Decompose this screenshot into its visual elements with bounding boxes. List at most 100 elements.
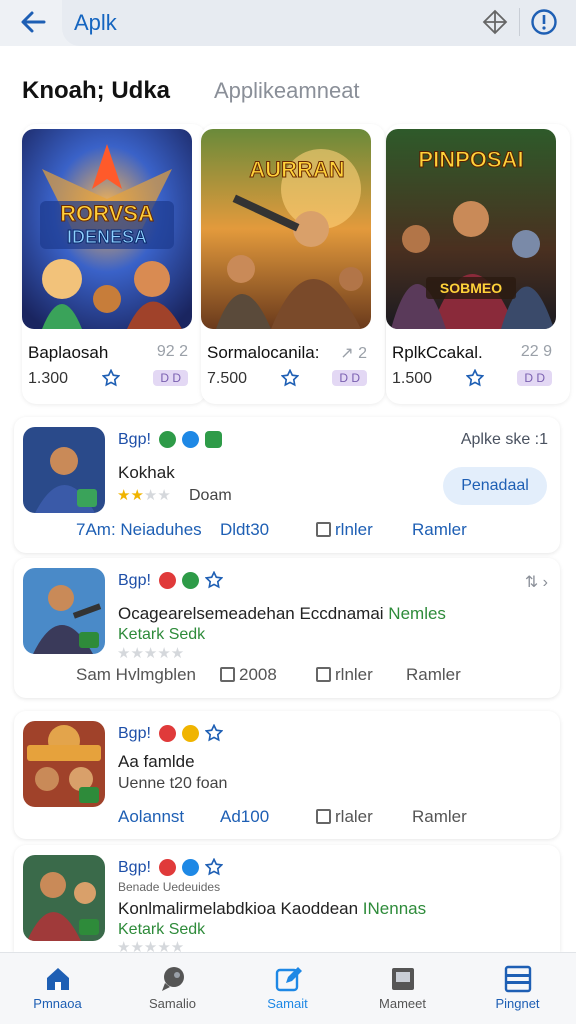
nav-label: Samalio <box>149 996 196 1011</box>
card-stat: Sam Hvlmgblen <box>76 665 196 684</box>
card-option[interactable]: Ramler <box>406 665 461 685</box>
star-outline-icon <box>281 369 299 387</box>
card-stat: 7Am: Neiaduhes <box>76 520 202 539</box>
top-app-bar: Aplk <box>0 0 576 46</box>
diamond-button[interactable] <box>481 8 509 36</box>
section-title: Knoah; Udka <box>22 77 171 104</box>
section-subtitle-link[interactable]: Applikeamneat <box>214 78 360 104</box>
toolbar-divider <box>519 8 520 36</box>
chat-icon <box>162 967 184 991</box>
svg-text:SOBMEO: SOBMEO <box>440 280 502 296</box>
nav-label: Pingnet <box>495 996 540 1011</box>
app-artwork: AURRAN <box>201 129 371 329</box>
menu-icon <box>504 965 532 993</box>
download-count: 1.300 <box>28 370 69 387</box>
app-list-card[interactable]: Bgp! ⇅ › Ocagearelsemeadehan Eccdnamai N… <box>14 558 560 698</box>
verified-icon <box>159 431 176 448</box>
svg-text:AURRAN: AURRAN <box>249 157 344 182</box>
featured-app-card[interactable]: AURRAN Sormalocanila: ↗ 2 7.500 D D <box>201 124 385 404</box>
bottom-navigation: Pmnaoa Samalio Samait Mameet Pingnet <box>0 952 576 1024</box>
card-stat: Ad100 <box>220 807 270 826</box>
card-option[interactable]: Ramler <box>412 807 467 827</box>
nav-item-edit[interactable]: Samait <box>230 953 345 1024</box>
back-button[interactable] <box>18 8 48 36</box>
alert-dot-icon <box>159 572 176 589</box>
app-icon <box>23 427 105 513</box>
app-title: Ocagearelsemeadehan Eccdnamai Nemles <box>118 604 446 623</box>
star-outline-icon <box>205 571 223 589</box>
shield-icon <box>205 431 222 448</box>
svg-text:RORVSA: RORVSA <box>60 201 154 226</box>
app-list-card[interactable]: Bgp! Aplke ske :1 Kokhak ★★★★ Doam Penad… <box>14 417 560 553</box>
home-icon <box>47 968 69 990</box>
more-options-icon[interactable]: ⇅ › <box>525 572 548 592</box>
card-option[interactable]: Ramler <box>412 520 467 540</box>
app-icon <box>23 855 105 941</box>
nav-item-home[interactable]: Pmnaoa <box>0 953 115 1024</box>
app-list-card[interactable]: Bgp! Benade Uedeuides Konlmalirmelabdkio… <box>14 845 560 956</box>
svg-text:PINPOSAI: PINPOSAI <box>418 147 523 172</box>
card-option: rlaler <box>335 807 373 826</box>
diamond-icon <box>482 9 508 35</box>
star-outline-icon <box>205 724 223 742</box>
developer-tag: Bgp! <box>118 859 151 876</box>
app-name: Sormalocanila: <box>207 343 320 362</box>
card-option: rlnler <box>335 520 373 539</box>
download-count: 7.500 <box>207 370 248 387</box>
app-meta: ↗ 2 <box>340 345 367 362</box>
nav-label: Mameet <box>379 996 426 1011</box>
download-dot-icon <box>182 572 199 589</box>
star-outline-icon <box>466 369 484 387</box>
app-artwork: PINPOSAI SOBMEO <box>386 129 556 329</box>
alert-dot-icon <box>159 725 176 742</box>
app-icon <box>23 568 105 654</box>
nav-item-tablet[interactable]: Mameet <box>345 953 460 1024</box>
app-subtitle: Uenne t20 foan <box>118 775 228 792</box>
card-meta: Aplke ske :1 <box>460 431 548 448</box>
info-dot-icon <box>182 859 199 876</box>
nav-item-chat[interactable]: Samalio <box>115 953 230 1024</box>
app-name: Baplaosah <box>28 343 109 362</box>
info-button[interactable] <box>530 8 558 36</box>
nav-label: Pmnaoa <box>33 996 82 1011</box>
star-outline-icon <box>102 369 120 387</box>
app-category: Benade Uedeuides <box>118 880 221 894</box>
checkbox[interactable] <box>316 522 331 537</box>
alert-dot-icon <box>159 859 176 876</box>
app-subtitle: Ketark Sedk <box>118 921 206 938</box>
star-rating: ★★★★ <box>117 487 171 504</box>
app-meta: 22 9 <box>520 343 552 360</box>
install-button[interactable]: Penadaal <box>443 467 547 505</box>
info-dot-icon <box>182 431 199 448</box>
featured-app-card[interactable]: RORVSA IDENESA Baplaosah 92 2 1.300 D D <box>22 124 206 404</box>
edit-icon <box>275 967 302 992</box>
app-name: RplkCcakal. <box>392 343 483 362</box>
nav-label: Samait <box>267 996 308 1011</box>
info-icon <box>531 9 557 35</box>
star-outline-icon <box>205 858 223 876</box>
app-meta: 92 2 <box>156 343 188 360</box>
checkbox[interactable] <box>220 667 235 682</box>
developer-tag: Bgp! <box>118 431 151 448</box>
app-artwork: RORVSA IDENESA <box>22 129 192 329</box>
app-icon <box>23 721 105 807</box>
search-query[interactable]: Aplk <box>74 10 117 36</box>
app-title: Aa famlde <box>118 752 195 771</box>
arrow-left-icon <box>21 11 46 33</box>
rating-badge: D D <box>517 370 552 386</box>
svg-text:IDENESA: IDENESA <box>67 227 147 247</box>
checkbox[interactable] <box>316 667 331 682</box>
nav-item-menu[interactable]: Pingnet <box>460 953 575 1024</box>
star-rating: ★★★★★ <box>117 645 185 662</box>
app-list-card[interactable]: Bgp! Aa famlde Uenne t20 foan Aolannst A… <box>14 711 560 839</box>
card-option: rlnler <box>335 665 373 684</box>
card-stat: Dldt30 <box>220 520 270 539</box>
checkbox[interactable] <box>316 809 331 824</box>
rating-badge: D D <box>153 370 188 386</box>
app-title: Kokhak <box>118 463 175 482</box>
featured-app-card[interactable]: PINPOSAI SOBMEO RplkCcakal. 22 9 1.500 D… <box>386 124 570 404</box>
rating-badge: D D <box>332 370 367 386</box>
app-subtitle: Ketark Sedk <box>118 626 206 643</box>
tablet-icon <box>392 968 414 990</box>
app-title: Konlmalirmelabdkioa Kaoddean INennas <box>118 899 427 918</box>
